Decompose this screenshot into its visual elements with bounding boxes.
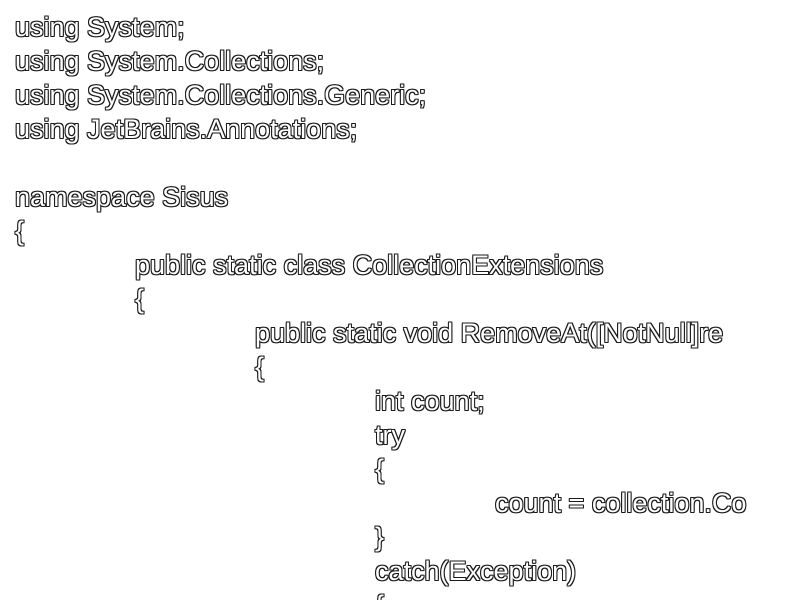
code-line: { [135,284,145,314]
code-line: using System.Collections.Generic; [15,80,427,110]
code-line: catch(Exception) [375,556,577,586]
code-line: namespace Sisus [15,182,229,212]
code-line: public static void RemoveAt([NotNull]re [255,318,724,348]
code-line: using JetBrains.Annotations; [15,114,358,144]
code-line: } [375,522,385,552]
code-line: int count; [375,386,485,416]
code-line: { [255,352,265,382]
code-line: { [15,216,25,246]
code-line: { [375,454,385,484]
code-line: using System; [15,12,185,42]
code-line: count = collection.Co [495,488,747,518]
code-line: { [375,588,384,600]
code-editor[interactable]: using System; using System.Collections; … [0,0,800,600]
code-line: try [375,420,405,450]
code-line: using System.Collections; [15,46,325,76]
code-line: public static class CollectionExtensions [135,250,604,280]
